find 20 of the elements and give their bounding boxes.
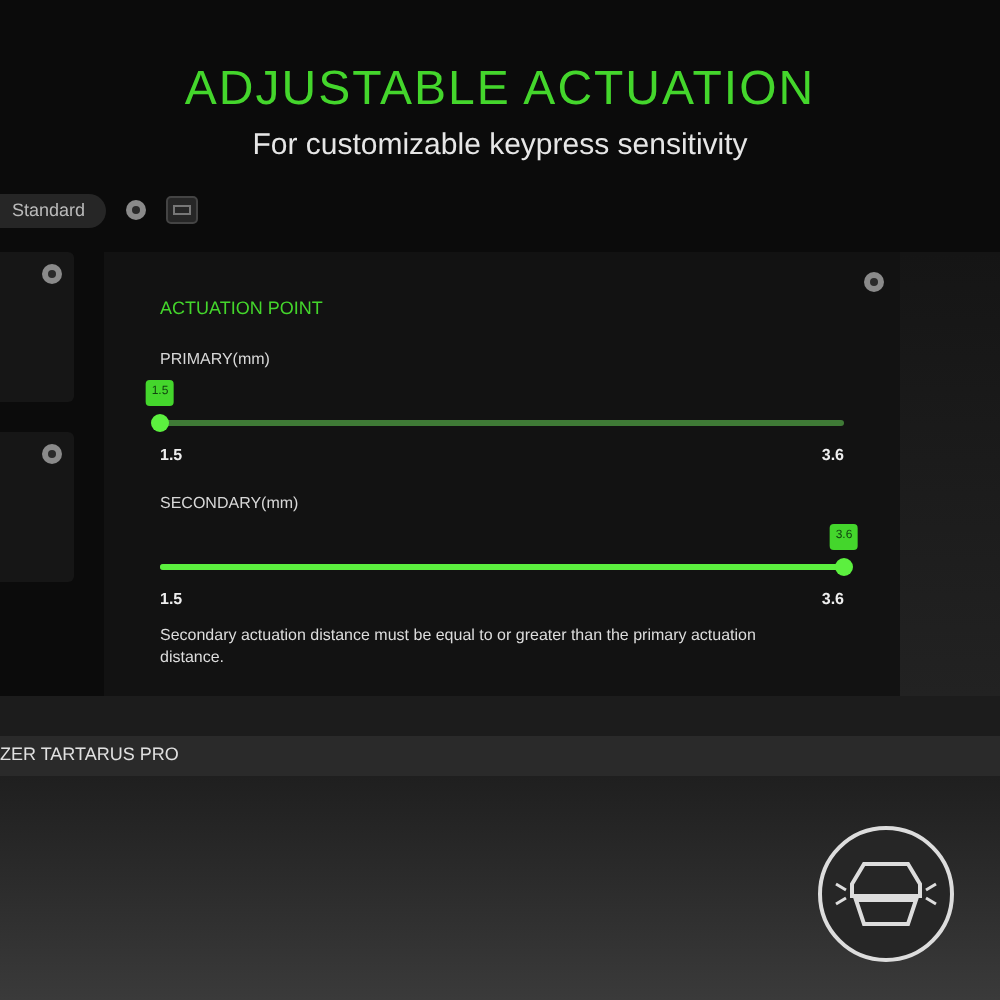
note-text: Secondary actuation distance must be equal to or greater than the primary actuation distance. xyxy=(160,623,758,667)
subheadline: For customizable keypress sensitivity xyxy=(252,126,748,166)
slider-thumb[interactable] xyxy=(151,413,169,431)
min-value: 1.5 xyxy=(160,587,183,611)
slider-thumb[interactable] xyxy=(835,557,853,575)
keycap-icon xyxy=(816,824,956,964)
help-icon[interactable] xyxy=(42,264,62,284)
help-icon[interactable] xyxy=(42,444,62,464)
help-icon[interactable] xyxy=(125,200,146,221)
max-value: 3.6 xyxy=(821,587,844,611)
panel-title: ACTUATION POINT xyxy=(160,296,325,322)
help-icon[interactable] xyxy=(864,272,884,292)
headline: ADJUSTABLE ACTUATION xyxy=(184,60,816,120)
keyboard-icon[interactable] xyxy=(165,196,198,225)
slider-label: PRIMARY(mm) xyxy=(160,347,272,371)
mode-dropdown[interactable]: Standard xyxy=(0,193,106,228)
slider-label: SECONDARY(mm) xyxy=(160,491,301,515)
max-value: 3.6 xyxy=(821,443,844,467)
device-name: ZER TARTARUS PRO xyxy=(0,742,179,769)
min-value: 1.5 xyxy=(160,443,183,467)
